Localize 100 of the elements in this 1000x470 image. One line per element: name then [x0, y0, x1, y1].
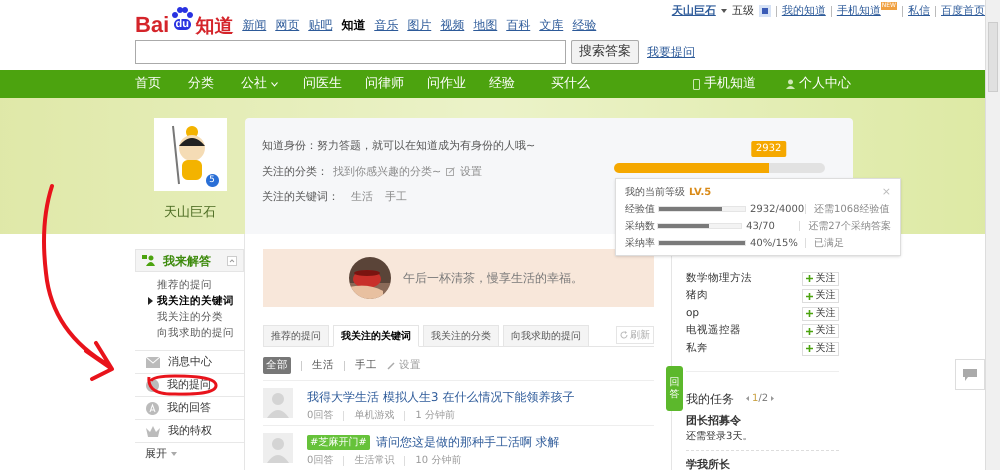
product-link[interactable]: 百科: [506, 16, 530, 34]
user-level: 五级: [732, 3, 754, 19]
sidebar-item[interactable]: 我的回答: [135, 396, 244, 419]
top-link[interactable]: 手机知道: [836, 3, 881, 20]
question-tab[interactable]: 我关注的关键词: [333, 325, 419, 347]
chevron-down-icon[interactable]: [271, 82, 278, 86]
avatar[interactable]: 5: [154, 118, 226, 191]
follow-button[interactable]: 关注: [802, 272, 839, 286]
answer-count: 0回答: [307, 409, 334, 423]
follow-button[interactable]: 关注: [802, 342, 839, 356]
product-link[interactable]: 贴吧: [308, 16, 332, 34]
answer-icon: [146, 402, 159, 414]
follow-button[interactable]: 关注: [802, 289, 839, 304]
stat-note: 还需27个采纳答案: [808, 220, 891, 234]
user-avatar-icon: [263, 433, 293, 463]
task-pager: 1/2: [752, 392, 768, 406]
section-title: 我来解答: [163, 252, 212, 270]
task-text: 还需登录3天。: [686, 430, 754, 444]
question-tab[interactable]: 向我求助的提问: [503, 325, 589, 347]
stat-value: 43/70: [746, 220, 776, 234]
product-link[interactable]: 文库: [539, 16, 564, 34]
search-field[interactable]: [135, 40, 566, 64]
product-link[interactable]: 视频: [440, 16, 464, 34]
filter-tag[interactable]: 生活: [312, 358, 334, 374]
question-tab[interactable]: 我关注的分类: [423, 325, 499, 347]
sidebar-sub-item[interactable]: 我关注的分类: [157, 309, 223, 325]
sidebar-item[interactable]: 消息中心: [135, 350, 244, 373]
interest-keyword: op: [686, 306, 700, 321]
tasks-title: 我的任务: [686, 390, 734, 408]
identity-text: 知道身份：努力答题，就可以在知道成为有身份的人哦~: [262, 138, 536, 154]
stat-value: 40%/15%: [750, 236, 799, 250]
product-link[interactable]: 图片: [407, 16, 432, 34]
product-link[interactable]: 知道: [341, 16, 366, 34]
sidebar-item[interactable]: 我的特权: [135, 419, 244, 442]
question-title[interactable]: 请问您这是做的那种手工活啊 求解: [376, 433, 560, 451]
top-link[interactable]: 百度首页: [941, 3, 985, 20]
pencil-icon[interactable]: [387, 362, 395, 370]
mail-icon: [146, 356, 160, 368]
phone-icon: [693, 78, 700, 90]
user-name[interactable]: 天山巨石: [164, 203, 216, 222]
caret-icon[interactable]: [720, 9, 727, 14]
next-task-title: 学我所长: [686, 458, 730, 470]
interest-keyword: 电视遥控器: [686, 323, 741, 338]
filter-tag[interactable]: 全部: [263, 356, 291, 374]
edit-icon[interactable]: [446, 167, 456, 176]
people-icon: [142, 255, 155, 266]
answer-count: 0回答: [307, 454, 334, 468]
user-avatar-icon: [263, 388, 293, 418]
expand-link[interactable]: 展开: [145, 446, 167, 462]
previous-icon[interactable]: [746, 396, 749, 401]
stat-note: 还需1068经验值: [814, 202, 890, 216]
plus-icon: [806, 328, 812, 335]
stat-note: 已满足: [814, 236, 844, 250]
collapse-icon[interactable]: [227, 256, 237, 266]
product-link[interactable]: 新闻: [242, 16, 266, 34]
keyword-label: 关注的关键词：: [262, 189, 339, 205]
stat-label: 采纳率: [625, 236, 656, 250]
sidebar-item[interactable]: 我的提问: [135, 373, 244, 396]
plus-icon: [806, 275, 812, 282]
filter-tag[interactable]: 手工: [355, 358, 377, 374]
stat-label: 经验值: [625, 202, 656, 216]
question-time: 1 分钟前: [415, 408, 455, 423]
follow-button[interactable]: 关注: [802, 306, 839, 321]
current-level: LV.5: [689, 186, 712, 200]
search-button[interactable]: 搜索答案: [571, 40, 639, 64]
pointer-icon: [148, 297, 153, 305]
question-title[interactable]: 我得大学生活 模拟人生3 在什么情况下能领养孩子: [307, 388, 574, 406]
question-tab[interactable]: 推荐的提问: [263, 325, 329, 347]
task-name: 团长招募令: [686, 412, 742, 428]
question-icon: [146, 378, 159, 392]
experience-badge: 2932: [750, 141, 786, 157]
plus-icon: [806, 310, 812, 318]
stat-value: 2932/4000: [750, 202, 805, 216]
interest-keyword: 猪肉: [686, 288, 708, 304]
sidebar-sub-item[interactable]: 向我求助的提问: [157, 325, 234, 341]
plus-icon: [806, 345, 812, 352]
product-link[interactable]: 经验: [572, 16, 596, 34]
username-link[interactable]: 天山巨石: [672, 3, 716, 20]
product-link[interactable]: 网页: [275, 16, 300, 34]
chat-icon: [963, 368, 977, 380]
follow-button[interactable]: 关注: [802, 324, 839, 338]
stat-label: 采纳数: [625, 220, 656, 234]
product-link[interactable]: 音乐: [374, 16, 398, 34]
banner-text: 午后一杯清茶，慢享生活的幸福。: [403, 270, 583, 287]
top-link[interactable]: 我的知道: [782, 3, 826, 20]
ask-question-link[interactable]: 我要提问: [647, 42, 695, 60]
popup-title: 我的当前等级: [625, 186, 685, 200]
crown-icon: [146, 426, 160, 436]
product-link[interactable]: 地图: [473, 16, 498, 34]
sidebar-sub-item[interactable]: 推荐的提问: [157, 277, 212, 293]
chat-button[interactable]: [955, 359, 985, 390]
top-link[interactable]: 私信: [908, 3, 930, 20]
next-icon[interactable]: [771, 396, 774, 401]
plus-icon: [806, 292, 812, 300]
person-icon: [786, 79, 795, 89]
answer-section-header[interactable]: 我来解答: [135, 249, 244, 272]
sidebar-sub-item[interactable]: 我关注的关键词: [157, 293, 234, 309]
interest-keyword: 数学物理方法: [686, 270, 752, 286]
baidu-zhidao-logo[interactable]: Bai du 知道: [135, 6, 234, 36]
category-label: 关注的分类：: [262, 164, 328, 180]
